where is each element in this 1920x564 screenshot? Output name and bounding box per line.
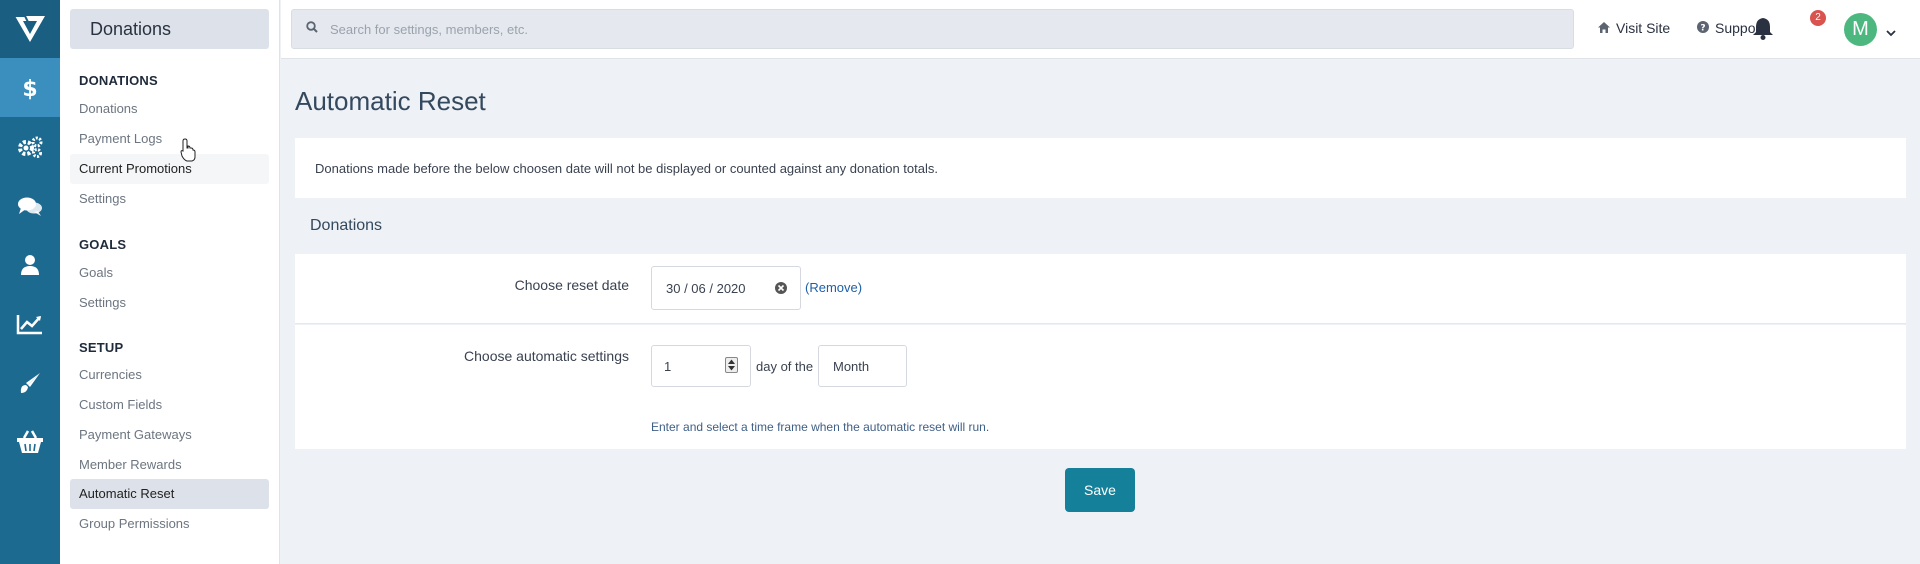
rail-analytics-icon[interactable] — [0, 294, 60, 353]
sidebar-item-automatic-reset[interactable]: Automatic Reset — [70, 479, 269, 509]
remove-date-link[interactable]: (Remove) — [805, 280, 862, 295]
sidebar-item-payment-gateways[interactable]: Payment Gateways — [70, 420, 269, 450]
sidebar-item-payment-logs[interactable]: Payment Logs — [70, 124, 269, 154]
number-stepper-icon[interactable] — [725, 357, 738, 373]
visit-site-link[interactable]: Visit Site — [1598, 20, 1670, 36]
sidebar: Donations DONATIONS Donations Payment Lo… — [60, 0, 280, 564]
home-icon — [1598, 20, 1610, 36]
bell-icon[interactable] — [1752, 16, 1774, 45]
sidebar-item-current-promotions[interactable]: Current Promotions — [70, 154, 269, 184]
avatar[interactable]: M — [1844, 13, 1877, 46]
question-circle-icon: ? — [1697, 20, 1709, 36]
rail-appearance-brush-icon[interactable] — [0, 353, 60, 412]
reset-date-label: Choose reset date — [514, 277, 629, 293]
sidebar-item-group-permissions[interactable]: Group Permissions — [70, 509, 269, 539]
save-button[interactable]: Save — [1065, 468, 1135, 512]
notification-badge: 2 — [1810, 10, 1826, 26]
mouse-cursor-icon — [180, 138, 196, 167]
automatic-settings-label: Choose automatic settings — [464, 348, 629, 364]
automatic-settings-row — [295, 325, 1906, 449]
rail-settings-gears-icon[interactable] — [0, 117, 60, 176]
sidebar-item-member-rewards[interactable]: Member Rewards — [70, 450, 269, 480]
sidebar-item-currencies[interactable]: Currencies — [70, 360, 269, 390]
icon-rail: $ — [0, 0, 60, 564]
sidebar-heading-goals: GOALS — [79, 237, 127, 252]
sidebar-heading-donations: DONATIONS — [79, 73, 158, 88]
visit-site-label: Visit Site — [1616, 20, 1671, 36]
svg-text:?: ? — [1700, 24, 1705, 34]
sidebar-item-goal-settings[interactable]: Settings — [70, 288, 269, 318]
rail-members-icon[interactable] — [0, 235, 60, 294]
period-select-value: Month — [833, 358, 870, 374]
sidebar-item-donations[interactable]: Donations — [70, 94, 269, 124]
chevron-down-icon[interactable] — [1886, 24, 1896, 42]
sidebar-item-goals[interactable]: Goals — [70, 258, 269, 288]
period-select[interactable]: Month — [818, 345, 907, 387]
day-of-the-text: day of the — [756, 359, 814, 374]
panel-heading: Donations — [295, 198, 1906, 254]
day-number-value: 1 — [664, 358, 672, 374]
rail-store-basket-icon[interactable] — [0, 412, 60, 471]
sidebar-title: Donations — [70, 9, 269, 49]
search-icon — [306, 20, 318, 38]
clear-date-icon[interactable] — [775, 281, 787, 299]
help-text: Enter and select a time frame when the a… — [651, 420, 990, 434]
page-title: Automatic Reset — [295, 86, 486, 116]
rail-donations-icon[interactable]: $ — [0, 58, 60, 117]
top-bar — [281, 0, 1920, 59]
info-text: Donations made before the below choosen … — [295, 138, 1906, 198]
sidebar-item-donation-settings[interactable]: Settings — [70, 184, 269, 214]
sidebar-item-custom-fields[interactable]: Custom Fields — [70, 390, 269, 420]
reset-date-value: 30 / 06 / 2020 — [666, 280, 746, 296]
sidebar-heading-setup: SETUP — [79, 340, 124, 355]
rail-chat-icon[interactable] — [0, 176, 60, 235]
search-input[interactable] — [330, 21, 1530, 37]
logo-icon[interactable] — [0, 0, 60, 58]
svg-text:$: $ — [22, 77, 37, 100]
search-box[interactable] — [291, 9, 1574, 49]
